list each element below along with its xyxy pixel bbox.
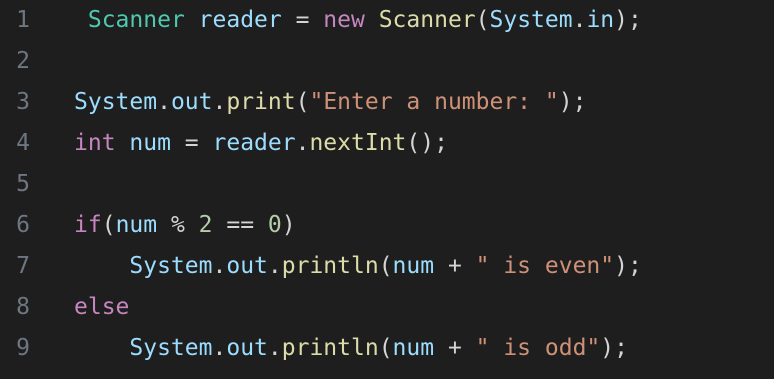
- code-token: .: [267, 335, 282, 361]
- code-token: %: [157, 212, 199, 238]
- code-token: .: [212, 335, 227, 361]
- code-token: Scanner: [87, 7, 185, 33]
- code-line[interactable]: 4 int num = reader.nextInt();: [0, 123, 774, 164]
- code-line[interactable]: 3 System.out.print("Enter a number: ");: [0, 82, 774, 123]
- code-token: .: [212, 253, 227, 279]
- code-token: =: [170, 130, 213, 156]
- code-token: else: [74, 294, 130, 320]
- code-token: println: [281, 253, 379, 279]
- code-token: );: [600, 335, 628, 361]
- line-number: 5: [16, 171, 30, 197]
- code-text[interactable]: System.out.println(num + " is odd");: [74, 328, 628, 369]
- code-line[interactable]: 2: [0, 41, 774, 82]
- code-token: ();: [406, 130, 448, 156]
- code-token: System: [74, 89, 158, 115]
- code-token: nextInt: [309, 130, 407, 156]
- code-line[interactable]: 8 else: [0, 287, 774, 328]
- line-number: 9: [16, 335, 30, 361]
- code-token: .: [295, 130, 310, 156]
- code-token: num: [392, 335, 435, 361]
- code-token: ==: [212, 212, 268, 238]
- line-number: 8: [16, 294, 30, 320]
- code-line[interactable]: 5: [0, 164, 774, 205]
- code-token: num: [392, 253, 435, 279]
- code-text[interactable]: int num = reader.nextInt();: [74, 123, 448, 164]
- code-token: .: [267, 253, 282, 279]
- code-token: " is even": [475, 253, 615, 279]
- code-token: out: [170, 89, 213, 115]
- code-token: ): [281, 212, 296, 238]
- code-token: (: [295, 89, 310, 115]
- code-token: out: [226, 335, 268, 361]
- code-text[interactable]: if(num % 2 == 0): [74, 205, 296, 246]
- code-line[interactable]: 1 Scanner reader = new Scanner(System.in…: [0, 0, 774, 41]
- code-token: );: [558, 89, 587, 115]
- code-token: System: [129, 335, 213, 361]
- code-token: (: [475, 7, 490, 33]
- code-token: .: [212, 89, 227, 115]
- code-token: (: [101, 212, 116, 238]
- code-token: reader: [212, 130, 296, 156]
- code-token: reader: [198, 7, 282, 33]
- code-token: System: [489, 7, 573, 33]
- code-text[interactable]: System.out.print("Enter a number: ");: [74, 82, 586, 123]
- code-token: new: [323, 7, 365, 33]
- line-number: 2: [16, 48, 30, 74]
- code-line[interactable]: 6 if(num % 2 == 0): [0, 205, 774, 246]
- code-token: 2: [198, 212, 213, 238]
- code-token: print: [226, 89, 296, 115]
- code-token: out: [226, 253, 268, 279]
- code-token: =: [281, 7, 324, 33]
- code-token: );: [614, 253, 642, 279]
- code-token: " is odd": [475, 335, 601, 361]
- line-number: 6: [16, 212, 30, 238]
- code-token: 0: [267, 212, 282, 238]
- code-text[interactable]: Scanner reader = new Scanner(System.in);: [74, 0, 642, 41]
- line-number: 1: [16, 7, 30, 33]
- code-token: );: [614, 7, 642, 33]
- code-token: .: [157, 89, 171, 115]
- code-line[interactable]: 9 System.out.println(num + " is odd");: [0, 328, 774, 369]
- line-number: 7: [16, 253, 30, 279]
- code-token: +: [434, 335, 476, 361]
- code-line[interactable]: 7 System.out.println(num + " is even");: [0, 246, 774, 287]
- code-token: num: [115, 212, 158, 238]
- code-token: "Enter a number: ": [309, 89, 559, 115]
- line-number: 4: [16, 130, 30, 156]
- code-token: int: [74, 130, 116, 156]
- code-token: +: [434, 253, 476, 279]
- code-token: if: [74, 212, 102, 238]
- code-token: (: [378, 335, 393, 361]
- code-token: num: [129, 130, 171, 156]
- code-token: Scanner: [378, 7, 476, 33]
- code-token: println: [281, 335, 379, 361]
- line-number: 3: [16, 89, 30, 115]
- code-text[interactable]: else: [74, 287, 129, 328]
- code-text[interactable]: System.out.println(num + " is even");: [74, 246, 642, 287]
- code-editor[interactable]: 1 Scanner reader = new Scanner(System.in…: [0, 0, 774, 379]
- code-token: (: [378, 253, 393, 279]
- code-token: System: [129, 253, 213, 279]
- code-token: in: [586, 7, 615, 33]
- code-token: .: [572, 7, 587, 33]
